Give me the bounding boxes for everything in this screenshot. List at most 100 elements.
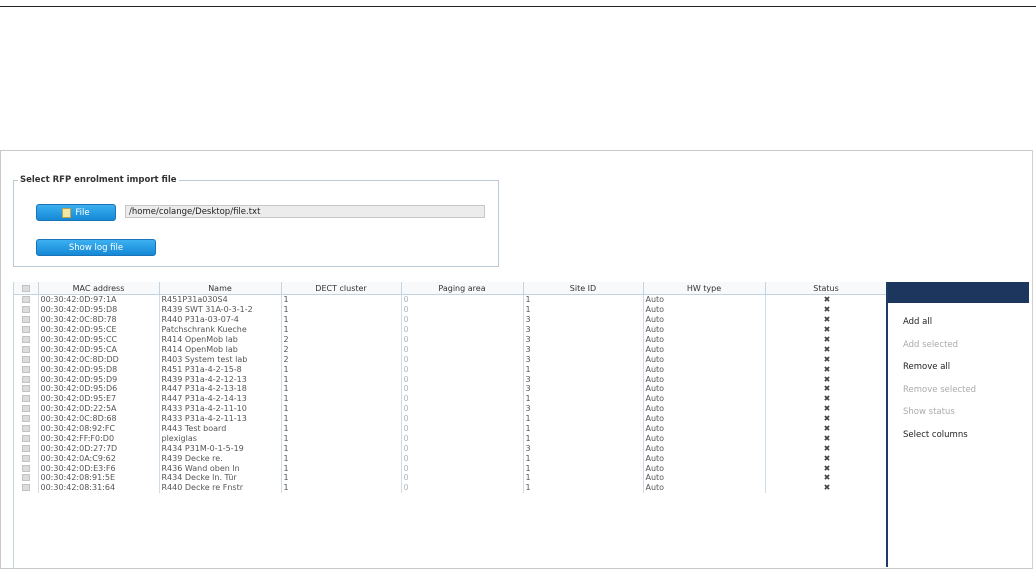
menu-item-show-status: Show status xyxy=(903,407,955,417)
column-header-dect-cluster[interactable]: DECT cluster xyxy=(281,282,402,295)
status-error-icon: ✖ xyxy=(765,453,887,464)
row-checkbox[interactable] xyxy=(14,393,39,404)
row-checkbox[interactable] xyxy=(14,304,39,315)
name-cell: R439 P31a-4-2-12-13 xyxy=(159,374,282,385)
table-row[interactable]: 00:30:42:0D:97:1A R451P31a030S4 1 0 1 Auto ✖ xyxy=(14,294,887,305)
column-header-hw-type[interactable]: HW type xyxy=(643,282,766,295)
row-checkbox[interactable] xyxy=(14,433,39,444)
table-row[interactable]: 00:30:42:FF:F0:D0 plexiglas 1 0 1 Auto ✖ xyxy=(14,433,887,444)
row-checkbox[interactable] xyxy=(14,324,39,335)
table-row[interactable]: 00:30:42:08:92:FC R443 Test board 1 0 1 Auto ✖ xyxy=(14,423,887,434)
paging-area-cell: 0 xyxy=(401,304,524,315)
mac-cell: 00:30:42:0D:22:5A xyxy=(38,403,160,414)
menu-item-select-columns[interactable]: Select columns xyxy=(903,428,976,451)
row-checkbox[interactable] xyxy=(14,384,39,394)
row-checkbox[interactable] xyxy=(14,364,39,375)
dect-cluster-cell: 1 xyxy=(281,384,402,394)
site-id-cell: 3 xyxy=(523,403,644,414)
dect-cluster-cell: 2 xyxy=(281,334,402,345)
import-file-legend: Select RFP enrolment import file xyxy=(20,175,177,185)
row-checkbox[interactable] xyxy=(14,473,39,483)
site-id-cell: 3 xyxy=(523,344,644,355)
table-row[interactable]: 00:30:42:0D:E3:F6 R436 Wand oben ln 1 0 1 Aut… xyxy=(14,463,887,474)
row-checkbox[interactable] xyxy=(14,482,39,493)
table-row[interactable]: 00:30:42:0D:95:D8 R439 SWT 31A-0-3-1-2 1 0 1… xyxy=(14,304,887,315)
table-row[interactable]: 00:30:42:0D:95:D8 R451 P31a-4-2-15-8 1 0 1 Au… xyxy=(14,364,887,375)
row-checkbox[interactable] xyxy=(14,443,39,454)
row-checkbox[interactable] xyxy=(14,423,39,434)
column-header-mac[interactable]: MAC address xyxy=(38,282,160,295)
actions-menu: Add all Add selected Remove all Remove sele… xyxy=(903,315,976,450)
hw-type-cell: Auto xyxy=(643,393,766,404)
status-error-icon: ✖ xyxy=(765,334,887,345)
row-checkbox[interactable] xyxy=(14,374,39,385)
paging-area-cell: 0 xyxy=(401,453,524,464)
table-row[interactable]: 00:30:42:0D:95:D9 R439 P31a-4-2-12-13 1 0 3 A… xyxy=(14,374,887,385)
table-row[interactable]: 00:30:42:0A:C9:62 R439 Decke re. 1 0 1 Auto ✖ xyxy=(14,453,887,464)
table-row[interactable]: 00:30:42:0D:27:7D R434 P31M-0-1-5-19 1 0 3 Au… xyxy=(14,443,887,454)
table-row[interactable]: 00:30:42:08:91:5E R434 Decke ln. Tür 1 0 1 Au… xyxy=(14,473,887,483)
mac-cell: 00:30:42:0D:95:D9 xyxy=(38,374,160,385)
mac-cell: 00:30:42:0D:95:CA xyxy=(38,344,160,355)
show-log-file-button[interactable]: Show log file xyxy=(36,239,156,256)
table-row[interactable]: 00:30:42:0D:95:CA R414 OpenMob lab 2 0 3 Auto… xyxy=(14,344,887,355)
paging-area-cell: 0 xyxy=(401,294,524,305)
paging-area-cell: 0 xyxy=(401,482,524,493)
menu-item-remove-all[interactable]: Remove all xyxy=(903,360,976,383)
table-row[interactable]: 00:30:42:0D:95:CE Patchschrank Kueche 1 0 3 A… xyxy=(14,324,887,335)
name-cell: R440 Decke re Fnstr xyxy=(159,482,282,493)
name-cell: R433 P31a-4-2-11-10 xyxy=(159,403,282,414)
name-cell: R403 System test lab xyxy=(159,354,282,365)
site-id-cell: 1 xyxy=(523,304,644,315)
table-row[interactable]: 00:30:42:0C:8D:DD R403 System test lab 2 0 3… xyxy=(14,354,887,365)
row-checkbox[interactable] xyxy=(14,453,39,464)
file-button-label: File xyxy=(75,207,90,218)
name-cell: R451P31a030S4 xyxy=(159,294,282,305)
status-error-icon: ✖ xyxy=(765,423,887,434)
site-id-cell: 3 xyxy=(523,314,644,325)
paging-area-cell: 0 xyxy=(401,374,524,385)
file-button[interactable]: File xyxy=(36,204,116,221)
row-checkbox[interactable] xyxy=(14,413,39,424)
table-row[interactable]: 00:30:42:0C:8D:68 R433 P31a-4-2-11-13 1 0 1 A… xyxy=(14,413,887,424)
rfp-table: MAC address Name DECT cluster Paging are… xyxy=(14,282,887,493)
name-cell: R443 Test board xyxy=(159,423,282,434)
dect-cluster-cell: 1 xyxy=(281,374,402,385)
status-error-icon: ✖ xyxy=(765,443,887,454)
paging-area-cell: 0 xyxy=(401,344,524,355)
table-row[interactable]: 00:30:42:0D:95:E7 R447 P31a-4-2-14-13 1 0 1 A… xyxy=(14,393,887,404)
column-header-site-id[interactable]: Site ID xyxy=(523,282,644,295)
hw-type-cell: Auto xyxy=(643,433,766,444)
rfp-table-container: MAC address Name DECT cluster Paging are… xyxy=(13,282,887,569)
site-id-cell: 1 xyxy=(523,473,644,483)
hw-type-cell: Auto xyxy=(643,374,766,385)
file-path-field[interactable]: /home/colange/Desktop/file.txt xyxy=(125,205,485,218)
mac-cell: 00:30:42:0C:8D:78 xyxy=(38,314,160,325)
table-row[interactable]: 00:30:42:0D:95:CC R414 OpenMob lab 2 0 3 Auto… xyxy=(14,334,887,345)
select-all-checkbox[interactable] xyxy=(14,282,39,295)
table-row[interactable]: 00:30:42:0C:8D:78 R440 P31a-03-07-4 1 0 3 Aut… xyxy=(14,314,887,325)
row-checkbox[interactable] xyxy=(14,463,39,474)
table-row[interactable]: 00:30:42:0D:95:D6 R447 P31a-4-2-13-18 1 0 3 A… xyxy=(14,384,887,394)
table-row[interactable]: 00:30:42:08:31:64 R440 Decke re Fnstr 1 0 1 A… xyxy=(14,482,887,493)
table-row[interactable]: 00:30:42:0D:22:5A R433 P31a-4-2-11-10 1 0 3 A… xyxy=(14,403,887,414)
paging-area-cell: 0 xyxy=(401,393,524,404)
row-checkbox[interactable] xyxy=(14,314,39,325)
row-checkbox[interactable] xyxy=(14,354,39,365)
paging-area-cell: 0 xyxy=(401,473,524,483)
column-header-name[interactable]: Name xyxy=(159,282,282,295)
row-checkbox[interactable] xyxy=(14,334,39,345)
column-header-status[interactable]: Status xyxy=(765,282,887,295)
dect-cluster-cell: 1 xyxy=(281,482,402,493)
name-cell: R433 P31a-4-2-11-13 xyxy=(159,413,282,424)
mac-cell: 00:30:42:0D:95:E7 xyxy=(38,393,160,404)
site-id-cell: 1 xyxy=(523,423,644,434)
mac-cell: 00:30:42:08:31:64 xyxy=(38,482,160,493)
row-checkbox[interactable] xyxy=(14,403,39,414)
status-error-icon: ✖ xyxy=(765,463,887,474)
row-checkbox[interactable] xyxy=(14,344,39,355)
hw-type-cell: Auto xyxy=(643,423,766,434)
column-header-paging-area[interactable]: Paging area xyxy=(401,282,524,295)
menu-item-add-all[interactable]: Add all xyxy=(903,315,976,338)
row-checkbox[interactable] xyxy=(14,294,39,305)
